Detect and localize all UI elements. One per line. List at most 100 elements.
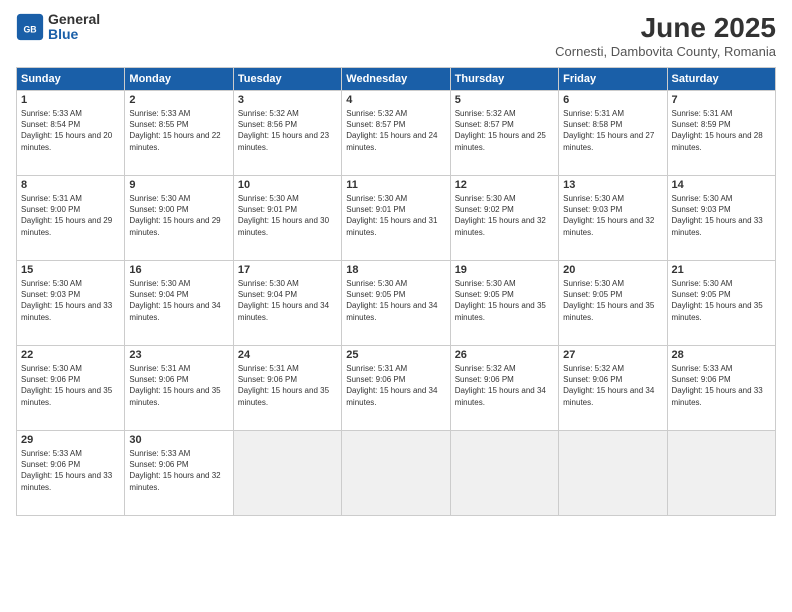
day-info: Sunrise: 5:30 AM Sunset: 9:03 PM Dayligh… bbox=[672, 193, 771, 238]
empty-cell bbox=[450, 431, 558, 516]
calendar: Sunday Monday Tuesday Wednesday Thursday… bbox=[16, 67, 776, 516]
day-info: Sunrise: 5:33 AM Sunset: 9:06 PM Dayligh… bbox=[129, 448, 228, 493]
day-number: 19 bbox=[455, 264, 554, 276]
day-number: 23 bbox=[129, 349, 228, 361]
calendar-header-row: Sunday Monday Tuesday Wednesday Thursday… bbox=[17, 68, 776, 91]
day-info: Sunrise: 5:32 AM Sunset: 8:57 PM Dayligh… bbox=[455, 108, 554, 153]
day-number: 20 bbox=[563, 264, 662, 276]
day-cell: 21 Sunrise: 5:30 AM Sunset: 9:05 PM Dayl… bbox=[667, 261, 775, 346]
day-number: 13 bbox=[563, 179, 662, 191]
empty-cell bbox=[233, 431, 341, 516]
logo-text: General Blue bbox=[48, 12, 100, 43]
day-cell: 11 Sunrise: 5:30 AM Sunset: 9:01 PM Dayl… bbox=[342, 176, 450, 261]
day-info: Sunrise: 5:31 AM Sunset: 9:00 PM Dayligh… bbox=[21, 193, 120, 238]
day-info: Sunrise: 5:33 AM Sunset: 9:06 PM Dayligh… bbox=[21, 448, 120, 493]
calendar-row: 22 Sunrise: 5:30 AM Sunset: 9:06 PM Dayl… bbox=[17, 346, 776, 431]
day-info: Sunrise: 5:30 AM Sunset: 9:04 PM Dayligh… bbox=[129, 278, 228, 323]
day-cell: 18 Sunrise: 5:30 AM Sunset: 9:05 PM Dayl… bbox=[342, 261, 450, 346]
day-cell: 8 Sunrise: 5:31 AM Sunset: 9:00 PM Dayli… bbox=[17, 176, 125, 261]
header-friday: Friday bbox=[559, 68, 667, 91]
day-number: 28 bbox=[672, 349, 771, 361]
day-info: Sunrise: 5:30 AM Sunset: 9:05 PM Dayligh… bbox=[346, 278, 445, 323]
day-number: 24 bbox=[238, 349, 337, 361]
day-number: 17 bbox=[238, 264, 337, 276]
day-number: 9 bbox=[129, 179, 228, 191]
header-saturday: Saturday bbox=[667, 68, 775, 91]
day-info: Sunrise: 5:30 AM Sunset: 9:01 PM Dayligh… bbox=[346, 193, 445, 238]
day-info: Sunrise: 5:31 AM Sunset: 8:58 PM Dayligh… bbox=[563, 108, 662, 153]
day-info: Sunrise: 5:33 AM Sunset: 8:54 PM Dayligh… bbox=[21, 108, 120, 153]
day-info: Sunrise: 5:30 AM Sunset: 9:05 PM Dayligh… bbox=[672, 278, 771, 323]
day-cell: 20 Sunrise: 5:30 AM Sunset: 9:05 PM Dayl… bbox=[559, 261, 667, 346]
day-cell: 15 Sunrise: 5:30 AM Sunset: 9:03 PM Dayl… bbox=[17, 261, 125, 346]
day-cell: 26 Sunrise: 5:32 AM Sunset: 9:06 PM Dayl… bbox=[450, 346, 558, 431]
calendar-row: 8 Sunrise: 5:31 AM Sunset: 9:00 PM Dayli… bbox=[17, 176, 776, 261]
calendar-row: 1 Sunrise: 5:33 AM Sunset: 8:54 PM Dayli… bbox=[17, 91, 776, 176]
svg-text:GB: GB bbox=[23, 25, 36, 35]
day-number: 4 bbox=[346, 94, 445, 106]
empty-cell bbox=[342, 431, 450, 516]
day-number: 2 bbox=[129, 94, 228, 106]
day-cell: 9 Sunrise: 5:30 AM Sunset: 9:00 PM Dayli… bbox=[125, 176, 233, 261]
day-number: 8 bbox=[21, 179, 120, 191]
day-info: Sunrise: 5:30 AM Sunset: 9:03 PM Dayligh… bbox=[21, 278, 120, 323]
day-number: 6 bbox=[563, 94, 662, 106]
day-cell: 17 Sunrise: 5:30 AM Sunset: 9:04 PM Dayl… bbox=[233, 261, 341, 346]
header-wednesday: Wednesday bbox=[342, 68, 450, 91]
day-number: 30 bbox=[129, 434, 228, 446]
day-info: Sunrise: 5:33 AM Sunset: 9:06 PM Dayligh… bbox=[672, 363, 771, 408]
title-section: June 2025 Cornesti, Dambovita County, Ro… bbox=[555, 12, 776, 59]
day-cell: 22 Sunrise: 5:30 AM Sunset: 9:06 PM Dayl… bbox=[17, 346, 125, 431]
day-cell: 24 Sunrise: 5:31 AM Sunset: 9:06 PM Dayl… bbox=[233, 346, 341, 431]
calendar-row: 15 Sunrise: 5:30 AM Sunset: 9:03 PM Dayl… bbox=[17, 261, 776, 346]
day-info: Sunrise: 5:30 AM Sunset: 9:04 PM Dayligh… bbox=[238, 278, 337, 323]
day-number: 22 bbox=[21, 349, 120, 361]
day-number: 10 bbox=[238, 179, 337, 191]
month-title: June 2025 bbox=[555, 12, 776, 44]
day-number: 18 bbox=[346, 264, 445, 276]
header-tuesday: Tuesday bbox=[233, 68, 341, 91]
day-cell: 14 Sunrise: 5:30 AM Sunset: 9:03 PM Dayl… bbox=[667, 176, 775, 261]
day-number: 21 bbox=[672, 264, 771, 276]
logo-blue-text: Blue bbox=[48, 27, 100, 42]
day-info: Sunrise: 5:30 AM Sunset: 9:03 PM Dayligh… bbox=[563, 193, 662, 238]
day-cell: 29 Sunrise: 5:33 AM Sunset: 9:06 PM Dayl… bbox=[17, 431, 125, 516]
day-number: 29 bbox=[21, 434, 120, 446]
day-number: 15 bbox=[21, 264, 120, 276]
location: Cornesti, Dambovita County, Romania bbox=[555, 44, 776, 59]
day-info: Sunrise: 5:30 AM Sunset: 9:02 PM Dayligh… bbox=[455, 193, 554, 238]
day-info: Sunrise: 5:30 AM Sunset: 9:01 PM Dayligh… bbox=[238, 193, 337, 238]
header: GB General Blue June 2025 Cornesti, Damb… bbox=[16, 12, 776, 59]
day-number: 26 bbox=[455, 349, 554, 361]
day-number: 16 bbox=[129, 264, 228, 276]
day-number: 27 bbox=[563, 349, 662, 361]
day-number: 5 bbox=[455, 94, 554, 106]
day-cell: 13 Sunrise: 5:30 AM Sunset: 9:03 PM Dayl… bbox=[559, 176, 667, 261]
day-number: 25 bbox=[346, 349, 445, 361]
logo: GB General Blue bbox=[16, 12, 100, 43]
day-info: Sunrise: 5:31 AM Sunset: 8:59 PM Dayligh… bbox=[672, 108, 771, 153]
page: GB General Blue June 2025 Cornesti, Damb… bbox=[0, 0, 792, 612]
day-cell: 5 Sunrise: 5:32 AM Sunset: 8:57 PM Dayli… bbox=[450, 91, 558, 176]
logo-general-text: General bbox=[48, 12, 100, 27]
day-info: Sunrise: 5:31 AM Sunset: 9:06 PM Dayligh… bbox=[346, 363, 445, 408]
day-number: 12 bbox=[455, 179, 554, 191]
day-info: Sunrise: 5:32 AM Sunset: 8:56 PM Dayligh… bbox=[238, 108, 337, 153]
day-info: Sunrise: 5:32 AM Sunset: 8:57 PM Dayligh… bbox=[346, 108, 445, 153]
day-info: Sunrise: 5:30 AM Sunset: 9:06 PM Dayligh… bbox=[21, 363, 120, 408]
day-cell: 23 Sunrise: 5:31 AM Sunset: 9:06 PM Dayl… bbox=[125, 346, 233, 431]
day-cell: 16 Sunrise: 5:30 AM Sunset: 9:04 PM Dayl… bbox=[125, 261, 233, 346]
day-cell: 25 Sunrise: 5:31 AM Sunset: 9:06 PM Dayl… bbox=[342, 346, 450, 431]
day-cell: 27 Sunrise: 5:32 AM Sunset: 9:06 PM Dayl… bbox=[559, 346, 667, 431]
empty-cell bbox=[559, 431, 667, 516]
day-cell: 1 Sunrise: 5:33 AM Sunset: 8:54 PM Dayli… bbox=[17, 91, 125, 176]
day-info: Sunrise: 5:32 AM Sunset: 9:06 PM Dayligh… bbox=[563, 363, 662, 408]
day-number: 3 bbox=[238, 94, 337, 106]
day-cell: 2 Sunrise: 5:33 AM Sunset: 8:55 PM Dayli… bbox=[125, 91, 233, 176]
day-info: Sunrise: 5:30 AM Sunset: 9:05 PM Dayligh… bbox=[455, 278, 554, 323]
day-number: 11 bbox=[346, 179, 445, 191]
day-number: 1 bbox=[21, 94, 120, 106]
day-cell: 7 Sunrise: 5:31 AM Sunset: 8:59 PM Dayli… bbox=[667, 91, 775, 176]
header-monday: Monday bbox=[125, 68, 233, 91]
day-cell: 6 Sunrise: 5:31 AM Sunset: 8:58 PM Dayli… bbox=[559, 91, 667, 176]
